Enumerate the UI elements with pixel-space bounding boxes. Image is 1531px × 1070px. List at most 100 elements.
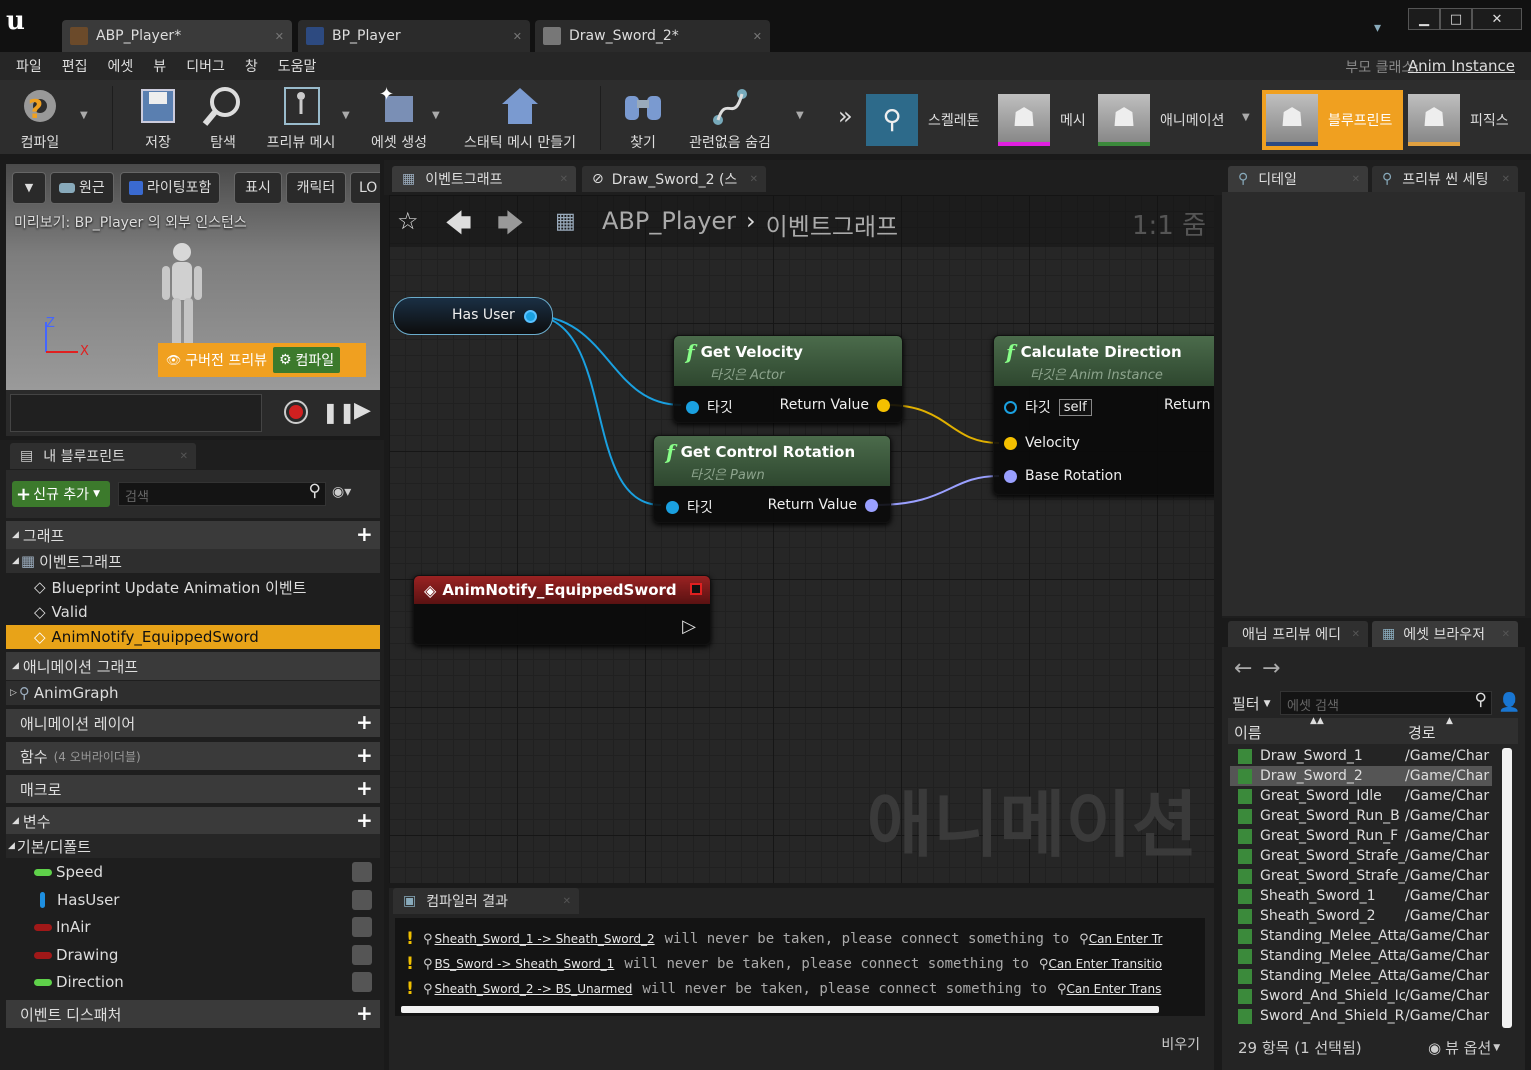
- add-new-button[interactable]: + 신규 추가 ▼: [12, 481, 110, 507]
- view-options-button[interactable]: ◉ 뷰 옵션 ▼: [1428, 1037, 1500, 1058]
- functions-section-header[interactable]: 함수 (4 오버라이더블) +: [6, 742, 380, 770]
- tree-anim-graph[interactable]: ▷ ⚲ AnimGraph: [6, 681, 380, 705]
- viewport-options-button[interactable]: ▼: [12, 172, 46, 204]
- mode-mesh-button[interactable]: ☗ 메시: [998, 90, 1086, 150]
- close-icon[interactable]: ✕: [563, 896, 571, 907]
- tab-compiler-results[interactable]: ▣ 컴파일러 결과 ✕: [393, 888, 579, 914]
- tab-draw-sword[interactable]: Draw_Sword_2* ✕: [535, 20, 770, 52]
- tab-draw-sword-state[interactable]: ⊘ Draw_Sword_2 (스 ✕: [582, 166, 766, 192]
- mode-physics-button[interactable]: ☗ 피직스: [1408, 90, 1509, 150]
- return-value-output-pin[interactable]: Return Value: [768, 497, 878, 513]
- asset-row[interactable]: Sheath_Sword_2/Game/Char: [1230, 906, 1492, 926]
- variable-drawing[interactable]: Drawing: [6, 942, 380, 968]
- transition-link[interactable]: Sheath_Sword_1 -> Sheath_Sword_2: [435, 932, 655, 946]
- variable-inair[interactable]: InAir: [6, 914, 380, 940]
- graphs-section-header[interactable]: ◢ 그래프 +: [6, 521, 380, 549]
- return-value-output-pin[interactable]: Return Value: [780, 397, 890, 413]
- close-icon[interactable]: ✕: [180, 451, 188, 462]
- lod-button[interactable]: LO: [350, 172, 380, 204]
- tab-event-graph[interactable]: ▦ 이벤트그래프 ✕: [392, 166, 576, 192]
- record-button[interactable]: [284, 400, 308, 424]
- back-arrow-icon[interactable]: ←: [1234, 656, 1252, 681]
- perspective-button[interactable]: 원근: [50, 172, 114, 204]
- show-button[interactable]: 표시: [234, 172, 282, 204]
- play-forward-button[interactable]: ▶: [354, 398, 371, 423]
- learn-icon[interactable]: ▾: [1374, 20, 1394, 38]
- maximize-button[interactable]: □: [1440, 8, 1472, 30]
- asset-row[interactable]: Sheath_Sword_1/Game/Char: [1230, 886, 1492, 906]
- close-icon[interactable]: ✕: [275, 30, 284, 43]
- hide-unrelated-dropdown-icon[interactable]: ▼: [796, 110, 804, 121]
- variable-speed[interactable]: Speed: [6, 859, 380, 885]
- graph-canvas[interactable]: ☆ 🡄 🡆 ▦ ABP_Player › 이벤트그래프 1:1 줌 애니메이션 …: [389, 195, 1214, 883]
- menu-edit[interactable]: 편집: [52, 56, 98, 76]
- tree-event-item[interactable]: ◇ Blueprint Update Animation 이벤트: [6, 575, 380, 599]
- tree-event-graph[interactable]: ◢ ▦ 이벤트그래프: [6, 549, 380, 573]
- clear-button[interactable]: 비우기: [1161, 1034, 1200, 1054]
- preview-viewport[interactable]: ▼ 원근 라이팅포함 표시 캐릭터 LO 미리보기: BP_Player 의 외…: [6, 164, 380, 390]
- node-calculate-direction[interactable]: f Calculate Direction 타깃은 Anim Instance 타깃…: [993, 335, 1214, 495]
- save-button[interactable]: 저장: [132, 82, 184, 152]
- anim-graphs-section-header[interactable]: ◢ 애니메이션 그래프: [6, 652, 380, 680]
- visibility-toggle[interactable]: [352, 945, 372, 965]
- asset-row[interactable]: Great_Sword_Strafe_R/Game/Char: [1230, 866, 1492, 886]
- asset-row[interactable]: Draw_Sword_2/Game/Char: [1230, 766, 1492, 786]
- mode-blueprint-button[interactable]: ☗ 블루프린트: [1262, 90, 1403, 150]
- visibility-toggle[interactable]: [352, 917, 372, 937]
- timeline-track[interactable]: [10, 394, 262, 432]
- asset-row[interactable]: Draw_Sword_1/Game/Char: [1230, 746, 1492, 766]
- vertical-scrollbar[interactable]: [1502, 748, 1512, 1028]
- target-link[interactable]: Can Enter Transitio: [1048, 957, 1162, 971]
- variable-direction[interactable]: Direction: [6, 969, 380, 995]
- add-function-button[interactable]: +: [356, 745, 373, 765]
- menu-help[interactable]: 도움말: [268, 56, 327, 76]
- dispatchers-section-header[interactable]: 이벤트 디스패처 +: [6, 1000, 380, 1028]
- asset-row[interactable]: Great_Sword_Run_F/Game/Char: [1230, 826, 1492, 846]
- close-icon[interactable]: ✕: [750, 174, 758, 185]
- compile-dropdown-icon[interactable]: ▼: [80, 110, 88, 121]
- mode-animation-button[interactable]: ☗ 애니메이션: [1098, 90, 1224, 150]
- asset-row[interactable]: Great_Sword_Strafe_L/Game/Char: [1230, 846, 1492, 866]
- asset-row[interactable]: Sword_And_Shield_R/Game/Char: [1230, 1006, 1492, 1026]
- variable-hasuser[interactable]: HasUser: [6, 887, 380, 913]
- filter-button[interactable]: 필터 ▼: [1232, 693, 1271, 714]
- tree-event-item[interactable]: ◇ Valid: [6, 600, 380, 624]
- asset-create-button[interactable]: ✦ 에셋 생성: [362, 82, 436, 152]
- tab-preview-scene-settings[interactable]: ⚲ 프리뷰 씬 세팅 ✕: [1372, 166, 1518, 192]
- target-input-pin[interactable]: 타깃: [686, 397, 733, 417]
- tab-asset-browser[interactable]: ▦ 에셋 브라우저 ✕: [1372, 621, 1518, 647]
- asset-search-input[interactable]: 에셋 검색 ⚲: [1280, 690, 1492, 715]
- parent-class-link[interactable]: Anim Instance: [1408, 57, 1515, 75]
- pause-button[interactable]: ❚❚: [322, 400, 356, 424]
- target-input-pin[interactable]: 타깃 self: [1004, 397, 1092, 417]
- tree-defaults-category[interactable]: ◢ 기본/디폴트: [6, 834, 380, 858]
- lighting-button[interactable]: 라이팅포함: [120, 172, 221, 204]
- add-dispatcher-button[interactable]: +: [356, 1003, 373, 1023]
- add-variable-button[interactable]: +: [356, 810, 373, 830]
- node-anim-notify-equipped-sword[interactable]: ◈ AnimNotify_EquippedSword ▷: [413, 575, 711, 645]
- asset-row[interactable]: Great_Sword_Idle/Game/Char: [1230, 786, 1492, 806]
- find-button[interactable]: 찾기: [614, 82, 672, 152]
- menu-debug[interactable]: 디버그: [176, 56, 235, 76]
- asset-row[interactable]: Great_Sword_Run_B/Game/Char: [1230, 806, 1492, 826]
- blueprint-search-input[interactable]: 검색 ⚲: [118, 481, 326, 506]
- target-input-pin[interactable]: 타깃: [666, 497, 713, 517]
- asset-row[interactable]: Sword_And_Shield_Ic/Game/Char: [1230, 986, 1492, 1006]
- make-static-mesh-button[interactable]: 스태틱 메시 만들기: [456, 82, 584, 152]
- forward-arrow-icon[interactable]: →: [1262, 656, 1280, 681]
- preview-mesh-dropdown-icon[interactable]: ▼: [342, 110, 350, 121]
- target-link[interactable]: Can Enter Tr: [1089, 932, 1163, 946]
- close-icon[interactable]: ✕: [560, 174, 568, 185]
- close-icon[interactable]: ✕: [513, 30, 522, 43]
- column-name[interactable]: 이름: [1234, 722, 1262, 743]
- mode-skeleton-button[interactable]: ⚲ 스켈레톤: [866, 90, 980, 150]
- compile-button[interactable]: ? 컴파일: [10, 82, 70, 152]
- tab-abp-player[interactable]: ABP_Player* ✕: [62, 20, 292, 52]
- tab-bp-player[interactable]: BP_Player ✕: [298, 20, 530, 52]
- return-output-pin[interactable]: Return: [1164, 397, 1210, 413]
- character-button[interactable]: 캐릭터: [286, 172, 346, 204]
- macros-section-header[interactable]: 매크로 +: [6, 775, 380, 803]
- viewport-compile-button[interactable]: ⚙ 컴파일: [272, 347, 341, 373]
- target-link[interactable]: Can Enter Trans: [1066, 982, 1161, 996]
- asset-row[interactable]: Standing_Melee_Atta/Game/Char: [1230, 946, 1492, 966]
